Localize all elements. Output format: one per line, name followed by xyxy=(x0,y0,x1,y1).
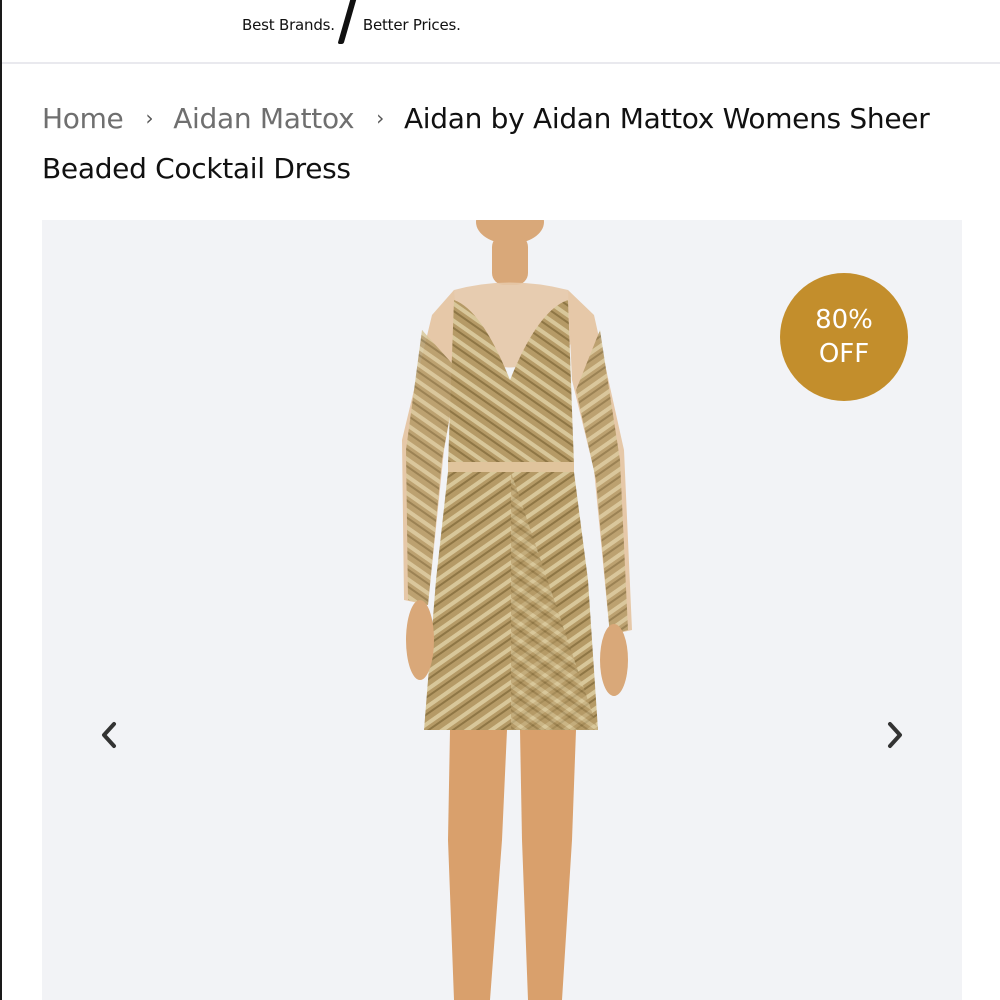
discount-label: OFF xyxy=(818,339,870,369)
discount-percent: 80% xyxy=(815,305,873,335)
tagline-right: Better Prices. xyxy=(362,16,461,34)
gallery-prev-button[interactable] xyxy=(94,718,124,752)
breadcrumb-home-link[interactable]: Home xyxy=(42,102,124,135)
chevron-left-icon xyxy=(102,722,116,748)
logo-slash-icon xyxy=(337,0,359,44)
discount-badge: 80% OFF xyxy=(780,273,908,401)
tagline-left: Best Brands. xyxy=(242,16,335,34)
product-image xyxy=(402,220,632,1000)
brand-tagline: Best Brands. Better Prices. xyxy=(242,0,461,44)
breadcrumb: Home › Aidan Mattox › Aidan by Aidan Mattox … xyxy=(42,93,972,194)
gallery-next-button[interactable] xyxy=(880,718,910,752)
breadcrumb-separator-icon: › xyxy=(376,106,384,130)
product-image-gallery[interactable]: 80% OFF xyxy=(42,220,962,1000)
chevron-right-icon xyxy=(888,722,902,748)
breadcrumb-separator-icon: › xyxy=(145,106,154,130)
product-page: Best Brands. Better Prices. Home › Aidan M… xyxy=(0,0,1000,1000)
site-header: Best Brands. Better Prices. xyxy=(2,0,1000,64)
breadcrumb-brand-link[interactable]: Aidan Mattox xyxy=(173,102,354,135)
